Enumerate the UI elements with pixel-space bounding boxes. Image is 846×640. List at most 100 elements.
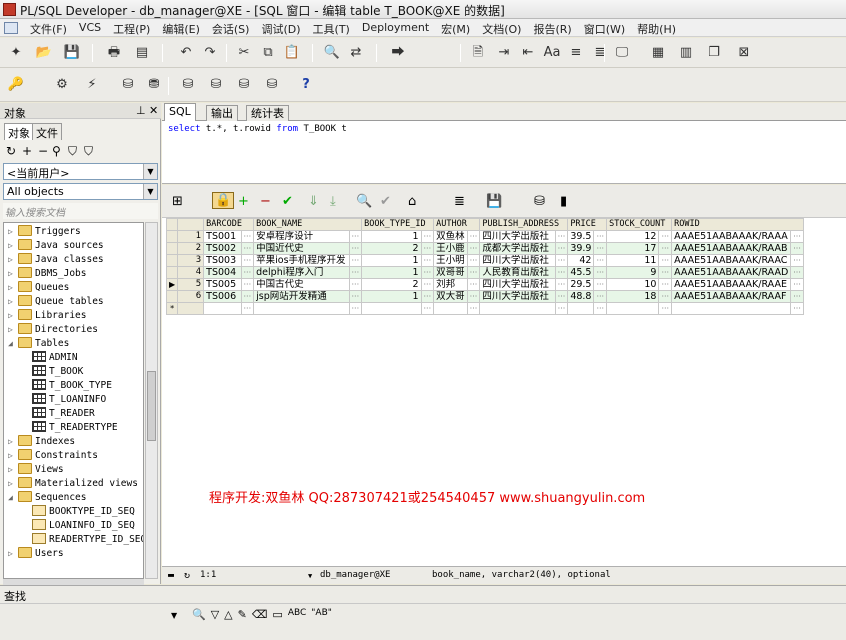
grid-cell[interactable] (606, 302, 660, 315)
new-row[interactable]: * ··· ··· ··· ··· ··· ··· ··· ··· (165, 302, 804, 315)
refresh-db-icon[interactable]: ⛁ (534, 194, 545, 209)
tab-output[interactable]: 输出 (206, 105, 238, 121)
menu-item[interactable]: 文档(O) (476, 21, 527, 37)
grid-cell[interactable]: TS002 (203, 242, 242, 255)
tree-node[interactable]: ▷ Views (8, 463, 64, 477)
clear-icon[interactable]: ⌫ (252, 608, 268, 621)
object-filter-combo[interactable]: All objects ▼ (3, 183, 158, 200)
clear-filter-icon[interactable]: ✔ (380, 194, 391, 209)
expand-icon[interactable]: ▷ (8, 477, 18, 491)
cell-edit-button[interactable]: ··· (593, 290, 608, 303)
run-icon[interactable]: ⮕ (388, 43, 408, 63)
row-indicator[interactable] (165, 266, 179, 279)
tree-node[interactable]: ▷ Constraints (8, 449, 98, 463)
cell-edit-button[interactable]: ··· (240, 290, 255, 303)
tree-node[interactable]: T_LOANINFO (22, 393, 106, 407)
column-header[interactable]: BOOK_TYPE_ID (361, 218, 435, 231)
grid-cell[interactable]: AAAE51AABAAAK/RAAA (671, 230, 792, 243)
tree-node[interactable]: ▷ Indexes (8, 435, 75, 449)
cell-edit-button[interactable]: ··· (466, 254, 481, 267)
row-indicator[interactable] (165, 290, 179, 303)
menu-item[interactable]: 文件(F) (24, 21, 73, 37)
grid-cell[interactable] (203, 302, 242, 315)
chart-icon[interactable]: ▮ (560, 194, 567, 209)
row-indicator[interactable] (165, 254, 179, 267)
grid-cell[interactable]: AAAE51AABAAAK/RAAC (671, 254, 792, 267)
table-row[interactable]: 6 TS006 ··· jsp网站开发精通 ··· 1 ··· 双大哥 ··· 四川大学出版社 ··… (165, 290, 804, 303)
grid-cell[interactable]: TS004 (203, 266, 242, 279)
grid-cell[interactable]: 四川大学出版社 (479, 254, 556, 267)
expand-icon[interactable]: ▷ (8, 547, 18, 561)
cell-edit-button[interactable]: ··· (420, 302, 435, 315)
grid-cell[interactable]: 10 (606, 278, 660, 291)
cell-edit-button[interactable]: ··· (420, 254, 435, 267)
chevron-down-icon[interactable]: ▼ (143, 164, 157, 179)
export-icon[interactable]: ≣ (454, 194, 465, 209)
find-icon[interactable]: 🔍 (322, 43, 342, 63)
cell-edit-button[interactable]: ··· (790, 254, 804, 267)
window-list-icon[interactable]: ▦ (648, 43, 668, 63)
grid-cell[interactable]: TS006 (203, 290, 242, 303)
cell-edit-button[interactable]: ··· (240, 266, 255, 279)
grid-cell[interactable] (671, 302, 792, 315)
cell-edit-button[interactable]: ··· (240, 242, 255, 255)
cell-edit-button[interactable]: ··· (466, 230, 481, 243)
grid-cell[interactable]: 中国古代史 (253, 278, 350, 291)
cell-edit-button[interactable]: ··· (348, 254, 363, 267)
cell-edit-button[interactable]: ··· (658, 302, 673, 315)
cell-edit-button[interactable]: ··· (658, 242, 673, 255)
document-icon[interactable]: 🗎 (468, 43, 488, 63)
cell-edit-button[interactable]: ··· (593, 230, 608, 243)
grid-cell[interactable]: 1 (361, 254, 422, 267)
find-next-icon[interactable]: ▽ (211, 608, 219, 621)
tree-node[interactable]: ▷ Triggers (8, 225, 81, 239)
collapse-icon[interactable]: ◢ (8, 337, 18, 351)
cell-edit-button[interactable]: ··· (658, 254, 673, 267)
tree-node[interactable]: ▷ Directories (8, 323, 98, 337)
tree-node[interactable]: ▷ Materialized views (8, 477, 138, 491)
menu-item[interactable]: 会话(S) (206, 21, 256, 37)
tree-node[interactable]: ▷ Java classes (8, 253, 104, 267)
grid-cell[interactable]: 双大哥 (433, 290, 468, 303)
cell-edit-button[interactable]: ··· (420, 290, 435, 303)
collapse-icon[interactable]: ◢ (8, 491, 18, 505)
grid-cell[interactable] (567, 302, 595, 315)
uppercase-icon[interactable]: Aa (542, 43, 562, 63)
tab-objects[interactable]: 对象 (4, 123, 34, 140)
tree-node[interactable]: ▷ Queue tables (8, 295, 104, 309)
expand-icon[interactable]: ▷ (8, 225, 18, 239)
insert-record-icon[interactable]: + (238, 194, 249, 209)
grid-cell[interactable]: 42 (567, 254, 595, 267)
column-header[interactable]: BARCODE (203, 218, 255, 231)
cell-edit-button[interactable]: ··· (593, 278, 608, 291)
grid-cell[interactable]: 1 (361, 290, 422, 303)
tree-node[interactable]: ▷ Users (8, 547, 64, 561)
mdi-window-icon[interactable] (4, 22, 18, 34)
tree-node[interactable]: ◢ Sequences (8, 491, 86, 505)
cell-edit-button[interactable]: ··· (240, 230, 255, 243)
expand-icon[interactable]: ▷ (8, 323, 18, 337)
case-sensitive-toggle[interactable]: ABC (288, 608, 306, 621)
tree-node[interactable]: ◢ Tables (8, 337, 69, 351)
save-icon[interactable]: 💾 (62, 43, 82, 63)
grid-cell[interactable]: 中国近代史 (253, 242, 350, 255)
table-row[interactable]: 2 TS002 ··· 中国近代史 ··· 2 ··· 王小鹿 ··· 成都大学出版社 ··· 39.… (165, 242, 804, 255)
row-indicator[interactable] (165, 230, 179, 243)
cell-edit-button[interactable]: ··· (658, 230, 673, 243)
unindent-icon[interactable]: ⇤ (518, 43, 538, 63)
cut-icon[interactable]: ✂ (234, 43, 254, 63)
query-by-example-icon[interactable]: ⌂ (408, 194, 416, 209)
cell-edit-button[interactable]: ··· (593, 242, 608, 255)
expand-icon[interactable]: ▷ (8, 253, 18, 267)
grid-cell[interactable]: AAAE51AABAAAK/RAAF (671, 290, 792, 303)
row-indicator[interactable] (165, 242, 179, 255)
tree-node[interactable]: ▷ Libraries (8, 309, 86, 323)
new-icon[interactable]: ✦ (6, 43, 26, 63)
cell-edit-button[interactable]: ··· (348, 266, 363, 279)
cell-edit-button[interactable]: ··· (240, 254, 255, 267)
table-row[interactable]: 4 TS004 ··· delphi程序入门 ··· 1 ··· 双哥哥 ··· 人民教育出版社 ·… (165, 266, 804, 279)
sql-icon[interactable]: ⛁ (206, 75, 226, 95)
grid-cell[interactable]: 18 (606, 290, 660, 303)
object-search-input[interactable]: 输入搜索文档 (3, 203, 158, 219)
grid-cell[interactable]: 1 (361, 230, 422, 243)
